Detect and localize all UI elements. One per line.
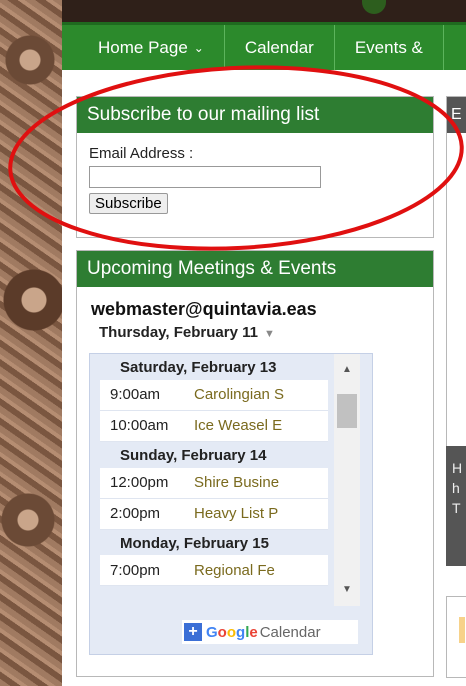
right-widget-header: E [447,97,466,133]
day-header: Sunday, February 14 [100,441,328,468]
right-column: E H h T [446,96,466,678]
event-title[interactable]: Ice Weasel E [194,417,282,434]
event-time: 10:00am [110,417,169,435]
agenda-list[interactable]: Saturday, February 13 9:00am Carolingian … [100,354,328,606]
event-row[interactable]: 12:00pm Shire Busine [100,467,328,499]
event-time: 12:00pm [110,474,169,491]
scroll-thumb[interactable] [337,394,357,428]
main-nav: Home Page ⌄ Calendar Events & [62,22,466,70]
dropdown-arrow-icon: ▼ [263,328,275,340]
event-row[interactable]: 9:00am Carolingian S [100,379,328,411]
event-time: 7:00pm [110,561,161,579]
scroll-down-arrow-icon[interactable]: ▼ [334,580,360,600]
event-title[interactable]: Heavy List P [194,505,278,522]
right-widget-bottom [446,596,466,678]
event-title[interactable]: Shire Busine [194,474,279,491]
nav-item-events[interactable]: Events & [335,25,444,70]
google-logo: Google [206,623,258,641]
mailing-list-widget: Subscribe to our mailing list Email Addr… [76,96,434,238]
nav-item-home[interactable]: Home Page ⌄ [62,25,225,70]
day-header: Saturday, February 13 [100,354,328,380]
agenda-view: Saturday, February 13 9:00am Carolingian … [89,353,373,655]
calendar-label: Calendar [259,623,321,641]
date-selector[interactable]: Thursday, February 11 ▼ [99,324,433,341]
day-header: Monday, February 15 [100,529,328,556]
widget-title: Subscribe to our mailing list [77,97,433,133]
current-date: Thursday, February 11 [99,324,258,341]
nav-item-label: Events & [354,37,423,57]
events-widget: Upcoming Meetings & Events webmaster@qui… [76,250,434,677]
plus-icon: + [184,623,202,641]
event-time: 9:00am [110,386,161,404]
subscribe-button[interactable]: Subscribe [89,193,168,214]
event-title[interactable]: Carolingian S [194,386,284,403]
nav-item-calendar[interactable]: Calendar [225,25,335,70]
event-row[interactable]: 2:00pm Heavy List P [100,498,328,530]
nav-item-label: Calendar [244,37,314,57]
nav-item-label: Home Page [98,37,188,57]
event-row[interactable]: 7:00pm Regional Fe [100,555,328,587]
event-title[interactable]: Regional Fe [194,562,275,579]
event-row[interactable]: 10:00am Ice Weasel E [100,410,328,442]
scroll-up-arrow-icon[interactable]: ▲ [334,360,360,380]
emblem-icon [362,0,386,14]
widget-title: Upcoming Meetings & Events [77,251,433,287]
chevron-down-icon: ⌄ [193,40,204,55]
email-label: Email Address : [89,145,194,162]
top-bar [62,0,466,22]
agenda-scrollbar[interactable]: ▲ ▼ [334,354,360,606]
google-calendar-button[interactable]: + Google Calendar [182,620,358,644]
email-field[interactable] [89,166,321,188]
right-widget: E [446,96,466,448]
calendar-name: webmaster@quintavia.eas [91,299,317,319]
event-time: 2:00pm [110,505,161,522]
main-content: Subscribe to our mailing list Email Addr… [62,70,466,686]
decorative-leather-border [0,0,62,686]
right-dark-panel: H h T [446,446,466,566]
